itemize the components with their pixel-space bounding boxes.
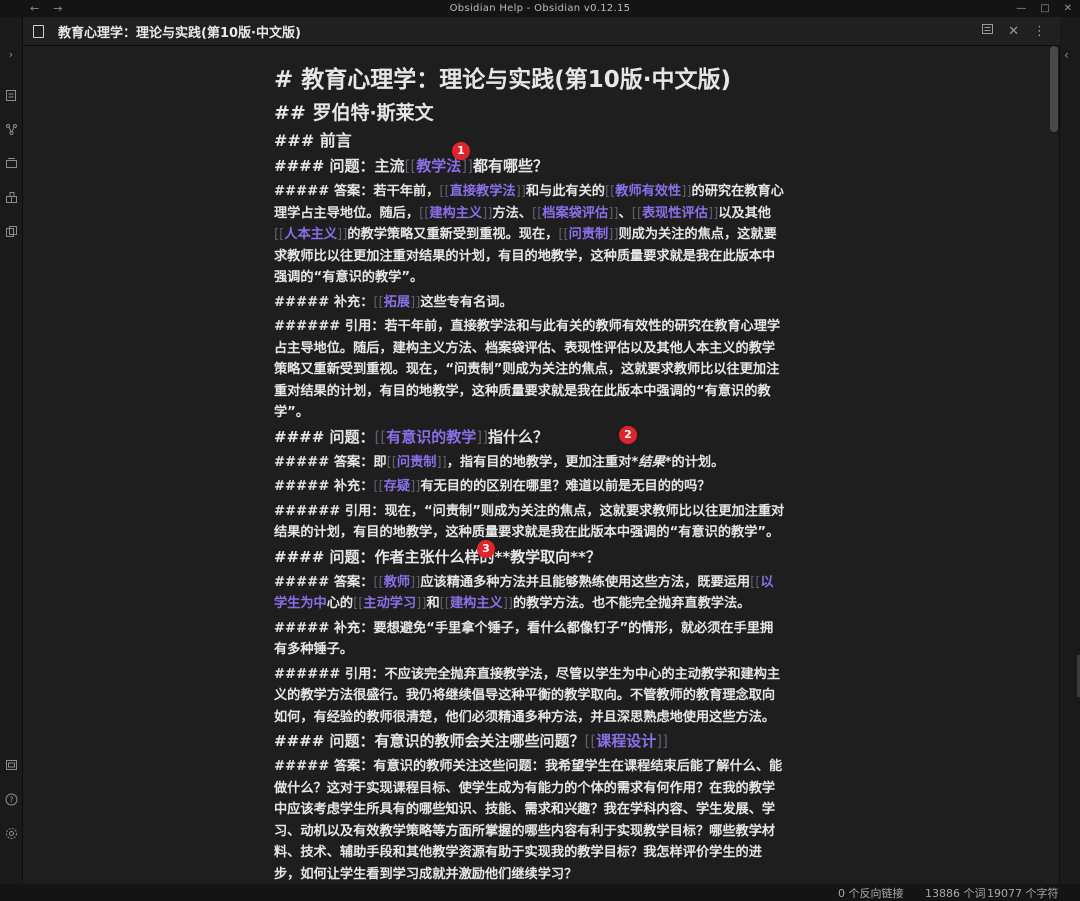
wikilink[interactable]: 直接教学法: [450, 184, 516, 199]
note-header: 教育心理学：理论与实践(第10版·中文版) ✕ ⋮: [23, 17, 1060, 46]
svg-text:?: ?: [9, 796, 13, 805]
expand-sidebar-chevron-icon[interactable]: ›: [4, 48, 18, 62]
status-bar: 0 个反向链接 13886 个词 19077 个字符: [0, 884, 1080, 901]
wikilink[interactable]: 主动学习: [363, 596, 416, 611]
wikilink[interactable]: 问责制: [569, 227, 609, 242]
open-vault-icon[interactable]: [4, 759, 18, 773]
heading-2: ## 罗伯特·斯莱文: [274, 102, 434, 124]
wikilink[interactable]: 问责制: [397, 455, 437, 470]
wikilink[interactable]: 有意识的教学: [386, 428, 476, 446]
note-title[interactable]: 教育心理学：理论与实践(第10版·中文版): [58, 22, 301, 41]
question-1: #### 问题：主流[[教学法]]都有哪些？: [274, 157, 548, 175]
templates-icon[interactable]: [4, 157, 18, 171]
window-titlebar: ← → Obsidian Help - Obsidian v0.12.15 — …: [0, 0, 1080, 17]
window-controls: — □ ✕: [1016, 0, 1072, 17]
forward-arrow-icon[interactable]: →: [53, 2, 62, 15]
answer-1: ##### 答案：若干年前，[[直接教学法]]和与此有关的[[教师有效性]]的研…: [274, 184, 784, 285]
note-content[interactable]: # 教育心理学：理论与实践(第10版·中文版) ## 罗伯特·斯莱文 ### 前…: [274, 64, 786, 884]
citation-2: ###### 引用：现在，“问责制”则成为关注的焦点，这就要求教师比以往更加注重…: [274, 503, 785, 541]
answer-4: ##### 答案：有意识的教师关注这些问题：我希望学生在课程结束后能了解什么、能…: [274, 759, 783, 882]
supplement-1: ##### 补充：[[拓展]]这些专有名词。: [274, 294, 513, 310]
question-3: #### 问题：作者主张什么样的**教学取向**？: [274, 547, 601, 566]
heading-3: ### 前言: [274, 131, 352, 150]
wikilink[interactable]: 表现性评估: [642, 206, 708, 221]
supplement-2: ##### 补充：[[存疑]]有无目的的区别在哪里？难道以前是无目的的吗？: [274, 479, 711, 494]
wikilink[interactable]: 课程设计: [596, 732, 656, 750]
history-nav: ← →: [30, 0, 62, 17]
reading-view-icon[interactable]: [981, 23, 994, 39]
more-options-icon[interactable]: ⋮: [1033, 24, 1046, 39]
word-count: 13886 个词: [925, 887, 986, 900]
answer-2: ##### 答案：即[[问责制]]，指有目的地教学，更加注重对*结果*的计划。: [274, 454, 725, 470]
wikilink[interactable]: 建构主义: [450, 596, 503, 611]
expand-right-sidebar-chevron-icon[interactable]: ‹: [1064, 48, 1069, 62]
close-window-icon[interactable]: ✕: [1064, 3, 1072, 14]
scrollbar-thumb[interactable]: [1050, 46, 1058, 132]
settings-gear-icon[interactable]: [4, 827, 18, 841]
wikilink[interactable]: 拓展: [384, 295, 410, 310]
editor-pane[interactable]: # 教育心理学：理论与实践(第10版·中文版) ## 罗伯特·斯莱文 ### 前…: [23, 46, 1048, 884]
right-sidebar-strip: ‹: [1059, 17, 1080, 884]
document-icon: [33, 24, 44, 38]
wikilink[interactable]: 人本主义: [284, 227, 337, 242]
wikilink[interactable]: 教师: [384, 575, 410, 590]
graph-view-icon[interactable]: [4, 123, 18, 137]
note-actions: ✕ ⋮: [981, 17, 1046, 45]
close-note-icon[interactable]: ✕: [1008, 24, 1019, 39]
backlinks-count[interactable]: 0 个反向链接: [838, 885, 904, 901]
minimize-icon[interactable]: —: [1016, 3, 1026, 14]
question-2: #### 问题：[[有意识的教学]]指什么？: [274, 427, 548, 446]
question-4: #### 问题：有意识的教师会关注哪些问题？[[课程设计]]: [274, 732, 668, 750]
annotation-marker-2: 2: [619, 426, 637, 444]
citation-3: ###### 引用：不应该完全抛弃直接教学法，尽管以学生为中心的主动教学和建构主…: [274, 666, 781, 725]
supplement-3: ##### 补充：要想避免“手里拿个锤子，看什么都像钉子”的情形，就必须在手里拥…: [274, 620, 774, 658]
wikilink[interactable]: 存疑: [384, 479, 410, 494]
copy-icon[interactable]: [4, 225, 18, 239]
open-quick-switcher-icon[interactable]: [4, 89, 18, 103]
character-count: 19077 个字符: [987, 887, 1059, 900]
editor-scrollbar[interactable]: [1050, 46, 1058, 884]
wikilink[interactable]: 教师有效性: [615, 184, 681, 199]
help-icon[interactable]: ?: [4, 793, 18, 807]
maximize-icon[interactable]: □: [1040, 3, 1049, 14]
annotation-marker-3: 3: [477, 540, 495, 558]
wikilink[interactable]: 教学法: [416, 157, 461, 175]
answer-3: ##### 答案：[[教师]]应该精通多种方法并且能够熟练使用这些方法，既要运用…: [274, 574, 774, 612]
left-ribbon: › ?: [0, 17, 23, 884]
plugins-icon[interactable]: [4, 191, 18, 205]
window-title: Obsidian Help - Obsidian v0.12.15: [449, 3, 631, 14]
annotation-marker-1: 1: [452, 142, 470, 160]
back-arrow-icon[interactable]: ←: [30, 2, 39, 15]
wikilink[interactable]: 档案袋评估: [542, 206, 608, 221]
wikilink[interactable]: 建构主义: [429, 206, 482, 221]
citation-1: ###### 引用：若干年前，直接教学法和与此有关的教师有效性的研究在教育心理学…: [274, 319, 781, 420]
heading-1: # 教育心理学：理论与实践(第10版·中文版): [274, 67, 732, 93]
